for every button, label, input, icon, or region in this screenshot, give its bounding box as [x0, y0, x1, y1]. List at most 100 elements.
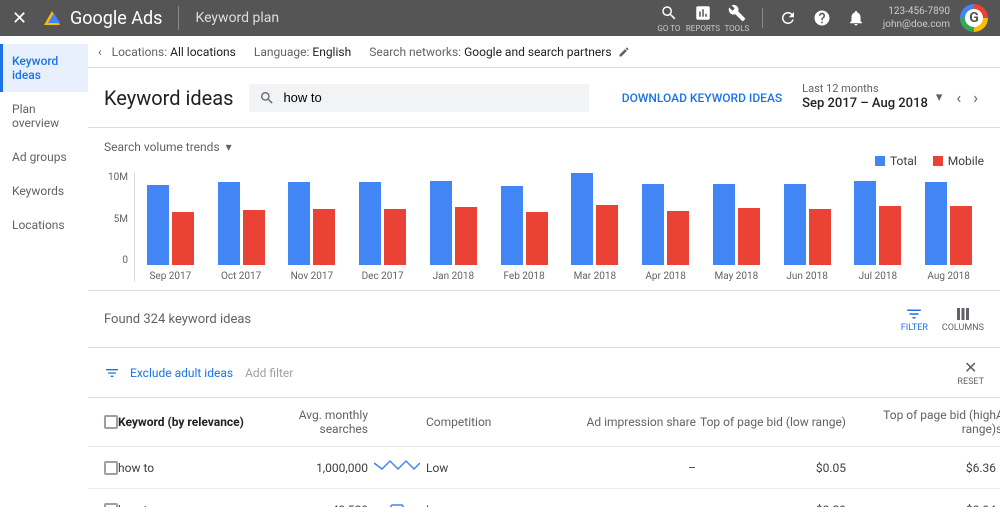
search-icon	[660, 4, 678, 22]
row-checkbox[interactable]	[104, 503, 118, 507]
sidebar-item-keywords[interactable]: Keywords	[0, 174, 88, 208]
tools-icon	[728, 4, 746, 22]
select-all-checkbox[interactable]	[104, 415, 118, 429]
bar-total[interactable]	[430, 181, 452, 266]
bar-total[interactable]	[642, 184, 664, 265]
chart-dropdown[interactable]: Search volume trends ▾	[104, 140, 984, 154]
close-icon[interactable]: ✕	[12, 8, 36, 29]
help-button[interactable]	[805, 9, 839, 27]
bar-total[interactable]	[854, 181, 876, 266]
reports-icon	[694, 4, 712, 22]
bar-total[interactable]	[359, 182, 381, 265]
chart-month-group: Dec 2017	[347, 171, 418, 282]
bar-total[interactable]	[147, 185, 169, 265]
filter-button[interactable]: FILTER	[901, 305, 928, 333]
bar-mobile[interactable]	[313, 209, 335, 265]
bell-icon	[847, 9, 865, 27]
funnel-icon	[104, 365, 120, 381]
sparkline-icon	[374, 499, 420, 507]
bar-mobile[interactable]	[384, 209, 406, 265]
cell-impression: –	[566, 461, 696, 475]
search-box[interactable]	[249, 84, 589, 112]
bar-mobile[interactable]	[667, 211, 689, 266]
notifications-button[interactable]	[839, 9, 873, 27]
chart-month-group: Jun 2018	[772, 171, 843, 282]
cell-keyword: how t	[118, 503, 268, 507]
cell-competition: Low	[426, 503, 566, 507]
filter-icon	[905, 305, 923, 323]
table-row[interactable]: how to 1,000,000 Low – $0.05 $6.36	[88, 447, 1000, 489]
sidebar-item-keyword-ideas[interactable]: Keyword ideas	[0, 44, 88, 92]
bar-total[interactable]	[218, 182, 240, 265]
chart-month-group: May 2018	[701, 171, 772, 282]
sidebar-item-locations[interactable]: Locations	[0, 208, 88, 242]
cell-searches: 49,500	[268, 503, 368, 507]
add-filter-button[interactable]: Add filter	[245, 366, 293, 380]
sidebar-item-plan-overview[interactable]: Plan overview	[0, 92, 88, 140]
bar-mobile[interactable]	[455, 207, 477, 265]
chart-month-group: Sep 2017	[135, 171, 206, 282]
columns-button[interactable]: COLUMNS	[942, 305, 984, 333]
search-input[interactable]	[283, 90, 579, 105]
locations-value[interactable]: All locations	[170, 45, 236, 59]
help-icon	[813, 9, 831, 27]
bar-mobile[interactable]	[950, 206, 972, 265]
chart-month-group: Jul 2018	[843, 171, 914, 282]
col-header-searches[interactable]: Avg. monthly searches	[268, 408, 368, 436]
bar-mobile[interactable]	[809, 209, 831, 265]
bar-total[interactable]	[784, 184, 806, 265]
col-header-bid-low[interactable]: Top of page bid (low range)	[696, 415, 846, 429]
page-title: Keyword ideas	[104, 86, 233, 110]
sidebar-item-ad-groups[interactable]: Ad groups	[0, 140, 88, 174]
tools-button[interactable]: TOOLS	[720, 4, 754, 33]
goto-button[interactable]: GO TO	[652, 4, 686, 33]
bar-mobile[interactable]	[243, 210, 265, 265]
account-info[interactable]: 123-456-7890 john@doe.com	[883, 5, 950, 31]
col-header-impression[interactable]: Ad impression share	[566, 415, 696, 429]
bar-total[interactable]	[501, 186, 523, 265]
row-checkbox[interactable]	[104, 461, 118, 475]
cell-bid-high: $6.36	[846, 461, 996, 475]
reset-button[interactable]: ✕ RESET	[957, 358, 984, 387]
exclude-adult-chip[interactable]: Exclude adult ideas	[130, 366, 233, 380]
bar-mobile[interactable]	[526, 212, 548, 266]
chart-month-group: Nov 2017	[277, 171, 348, 282]
refresh-button[interactable]	[771, 9, 805, 27]
prev-period-button[interactable]: ‹	[950, 88, 967, 107]
col-header-bid-high[interactable]: Top of page bid (high range)	[846, 408, 996, 436]
bar-total[interactable]	[571, 173, 593, 265]
page-subtitle: Keyword plan	[195, 10, 279, 26]
bar-mobile[interactable]	[172, 212, 194, 266]
date-range-picker[interactable]: Last 12 months Sep 2017 – Aug 2018	[802, 82, 928, 113]
edit-icon[interactable]	[618, 46, 630, 58]
cell-searches: 1,000,000	[268, 461, 368, 475]
language-value[interactable]: English	[312, 45, 351, 59]
reports-button[interactable]: REPORTS	[686, 4, 720, 33]
bar-mobile[interactable]	[879, 206, 901, 265]
bar-total[interactable]	[925, 182, 947, 266]
download-button[interactable]: DOWNLOAD KEYWORD IDEAS	[622, 91, 782, 105]
cell-competition: Low	[426, 461, 566, 475]
search-icon	[259, 90, 275, 106]
networks-value[interactable]: Google and search partners	[464, 45, 611, 59]
col-header-keyword[interactable]: Keyword (by relevance)	[118, 415, 268, 429]
bar-mobile[interactable]	[596, 205, 618, 265]
brand-title: Google Ads	[70, 8, 162, 29]
bar-total[interactable]	[713, 184, 735, 265]
avatar[interactable]	[960, 4, 988, 32]
col-header-competition[interactable]: Competition	[426, 415, 566, 429]
table-row[interactable]: how t 49,500 Low – $0.29 $8.94	[88, 489, 1000, 507]
cell-impression: –	[566, 503, 696, 507]
chevron-down-icon[interactable]: ▾	[936, 90, 943, 105]
chart-month-group: Feb 2018	[489, 171, 560, 282]
bar-total[interactable]	[288, 182, 310, 266]
results-count: Found 324 keyword ideas	[104, 312, 251, 327]
chart-month-group: Oct 2017	[206, 171, 277, 282]
legend-item: Mobile	[933, 154, 984, 168]
next-period-button[interactable]: ›	[967, 88, 984, 107]
bar-mobile[interactable]	[738, 208, 760, 265]
cell-bid-low: $0.29	[696, 503, 846, 507]
google-ads-logo	[44, 11, 60, 25]
back-chevron-icon[interactable]: ‹	[98, 45, 102, 59]
col-header-status[interactable]: Account status	[996, 408, 1000, 436]
